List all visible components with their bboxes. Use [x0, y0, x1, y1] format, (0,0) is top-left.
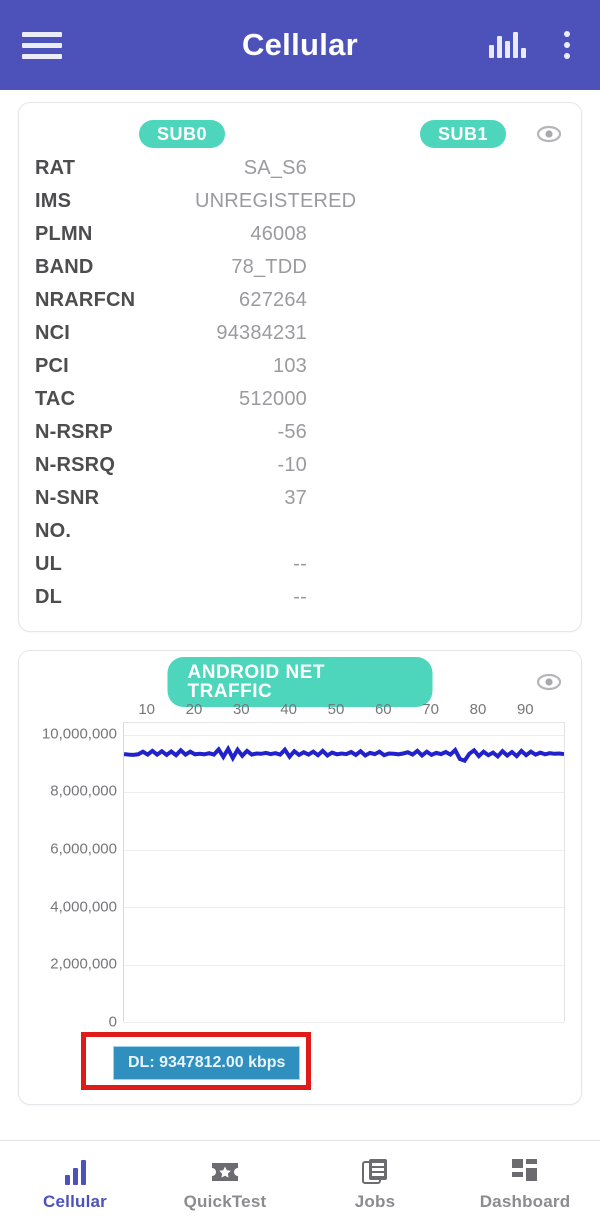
row-label: RAT [35, 157, 76, 179]
table-row: BAND 78_TDD [35, 256, 565, 289]
table-row: DL -- [35, 586, 565, 619]
y-tick-label: 4,000,000 [50, 898, 117, 916]
x-tick-label: 90 [516, 701, 534, 718]
cellular-card-header: SUB0 SUB1 [35, 117, 565, 151]
hamburger-line [22, 42, 62, 48]
row-label: NO. [35, 520, 72, 542]
row-label: UL [35, 553, 63, 575]
chart-y-axis: 0 2,000,000 4,000,000 6,000,000 8,000,00… [35, 722, 123, 1030]
hamburger-line [22, 53, 62, 59]
table-row: UL -- [35, 553, 565, 586]
traffic-card-header: ANDROID NET TRAFFIC [35, 657, 565, 707]
table-row: PLMN 46008 [35, 223, 565, 256]
row-value: 78_TDD [231, 256, 307, 278]
nav-label: Dashboard [479, 1192, 571, 1211]
row-value: 46008 [250, 223, 307, 245]
traffic-chart: 10 20 30 40 50 60 70 80 90 0 2,000,000 4… [35, 701, 565, 1031]
cellular-info-card: SUB0 SUB1 RAT SA_S6 IMS UNREGISTERED PLM… [18, 102, 582, 632]
y-tick-label: 0 [108, 1013, 117, 1031]
scroll-content: SUB0 SUB1 RAT SA_S6 IMS UNREGISTERED PLM… [0, 90, 600, 1140]
gridline [124, 1022, 564, 1023]
dl-series-line [124, 723, 564, 1022]
bottom-navigation: Cellular QuickTest Jobs Dashboard [0, 1140, 600, 1226]
hamburger-menu-icon[interactable] [22, 30, 62, 60]
row-label: DL [35, 586, 63, 608]
table-row: NO. [35, 520, 565, 553]
x-tick-label: 80 [469, 701, 487, 718]
app-bar: Cellular [0, 0, 600, 90]
y-tick-label: 10,000,000 [41, 725, 117, 743]
table-row: PCI 103 [35, 355, 565, 388]
hamburger-line [22, 31, 62, 37]
nav-label: QuickTest [183, 1192, 267, 1211]
x-tick-label: 30 [232, 701, 250, 718]
x-tick-label: 70 [422, 701, 439, 718]
android-net-traffic-card: ANDROID NET TRAFFIC 10 20 30 40 50 60 70 [18, 650, 582, 1105]
table-row: TAC 512000 [35, 388, 565, 421]
dl-legend-chip[interactable]: DL: 9347812.00 kbps [113, 1046, 301, 1080]
ticket-star-icon [210, 1155, 240, 1185]
row-value: -56 [277, 421, 307, 443]
row-label: N-RSRP [35, 421, 113, 443]
x-tick-label: 40 [280, 701, 297, 718]
bar-chart-icon[interactable] [489, 32, 526, 58]
cellular-parameter-list: RAT SA_S6 IMS UNREGISTERED PLMN 46008 BA… [35, 157, 565, 619]
row-label: PCI [35, 355, 69, 377]
chart-body: 0 2,000,000 4,000,000 6,000,000 8,000,00… [35, 722, 565, 1031]
eye-icon[interactable] [535, 668, 563, 696]
table-row: NRARFCN 627264 [35, 289, 565, 322]
row-label: N-RSRQ [35, 454, 116, 476]
nav-item-jobs[interactable]: Jobs [300, 1155, 450, 1212]
chart-x-axis: 10 20 30 40 50 60 70 80 90 [35, 701, 565, 718]
y-tick-label: 2,000,000 [50, 955, 117, 973]
row-value: 37 [284, 487, 307, 509]
row-label: NCI [35, 322, 71, 344]
sub1-tab[interactable]: SUB1 [420, 120, 507, 148]
y-tick-label: 6,000,000 [50, 840, 117, 858]
table-row: RAT SA_S6 [35, 157, 565, 190]
x-tick-label: 50 [327, 701, 345, 718]
grid-dashboard-icon [511, 1155, 539, 1185]
table-row: IMS UNREGISTERED [35, 190, 565, 223]
nav-item-cellular[interactable]: Cellular [0, 1155, 150, 1212]
row-label: BAND [35, 256, 94, 278]
nav-label: Cellular [43, 1192, 107, 1211]
chart-plot-area [123, 722, 565, 1023]
row-value: -- [293, 586, 307, 608]
app-bar-actions [489, 27, 578, 63]
chart-legend-row: DL: 9347812.00 kbps [35, 1032, 565, 1092]
row-label: IMS [35, 190, 72, 212]
row-value: -10 [277, 454, 307, 476]
row-label: TAC [35, 388, 76, 410]
row-label: NRARFCN [35, 289, 136, 311]
x-tick-label: 60 [374, 701, 392, 718]
row-value: 512000 [239, 388, 307, 410]
row-value: 627264 [239, 289, 307, 311]
table-row: NCI 94384231 [35, 322, 565, 355]
sub0-tab[interactable]: SUB0 [139, 120, 226, 148]
kebab-menu-icon[interactable] [556, 27, 578, 63]
app-screen: Cellular SUB0 SUB1 RAT SA_S6 IMS UNREGIS… [0, 0, 600, 1226]
row-value: SA_S6 [243, 157, 307, 179]
table-row: N-RSRP -56 [35, 421, 565, 454]
row-value: 103 [273, 355, 307, 377]
nav-label: Jobs [354, 1192, 396, 1211]
row-value: UNREGISTERED [195, 190, 357, 212]
eye-icon[interactable] [535, 120, 563, 148]
x-tick-label: 20 [185, 701, 203, 718]
nav-item-quicktest[interactable]: QuickTest [150, 1155, 300, 1212]
x-tick-label: 10 [138, 701, 155, 718]
traffic-title-pill[interactable]: ANDROID NET TRAFFIC [167, 657, 433, 707]
row-value: 94384231 [216, 322, 307, 344]
documents-icon [361, 1155, 389, 1185]
row-label: N-SNR [35, 487, 100, 509]
row-value: -- [293, 553, 307, 575]
y-tick-label: 8,000,000 [50, 782, 117, 800]
row-label: PLMN [35, 223, 93, 245]
nav-item-dashboard[interactable]: Dashboard [450, 1155, 600, 1212]
table-row: N-SNR 37 [35, 487, 565, 520]
table-row: N-RSRQ -10 [35, 454, 565, 487]
bar-chart-icon [64, 1155, 86, 1185]
